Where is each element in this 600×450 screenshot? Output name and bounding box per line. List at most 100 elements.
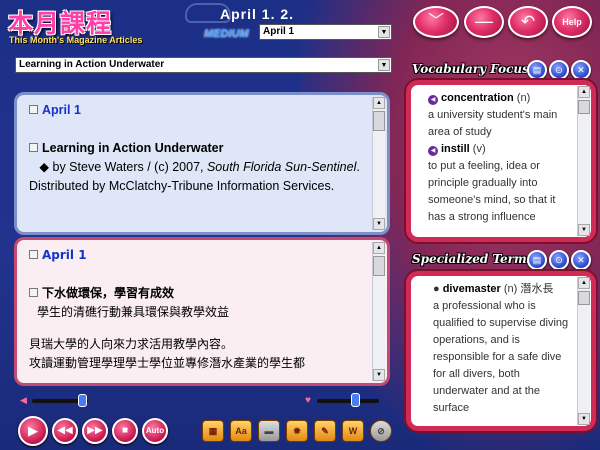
chinese-subtitle: 學生的清礁行動兼具環保與教學效益 <box>37 305 230 319</box>
article-dropdown[interactable]: Learning in Action Underwater ▼ <box>15 57 392 73</box>
scroll-down-icon[interactable]: ▼ <box>373 369 385 381</box>
vocab-definition: a university student's main area of stud… <box>428 109 558 138</box>
chinese-scrollbar[interactable]: ▲ ▼ <box>372 242 385 381</box>
vocab-definition: to put a feeling, idea or principle grad… <box>428 160 556 223</box>
chinese-title-text: 下水做環保，學習有成效 <box>42 286 175 300</box>
english-article-title: Learning in Action Underwater <box>29 139 365 158</box>
vocabulary-focus-title: Vocabulary Focus <box>412 62 529 76</box>
play-button[interactable]: ▶ <box>18 416 48 446</box>
no-sound-icon[interactable]: ⊘ <box>370 420 392 442</box>
vocab-search-icon[interactable]: ⊙ <box>549 60 569 80</box>
vocab-pos: (v) <box>472 143 486 155</box>
word-list-icon[interactable]: W <box>342 420 364 442</box>
stop-icon: ■ <box>121 425 129 436</box>
rewind-button[interactable]: ◀◀ <box>52 418 78 444</box>
checkbox-icon[interactable] <box>29 288 38 297</box>
speed-knob[interactable] <box>351 393 360 407</box>
vocab-item: ◀ concentration (n) a university student'… <box>428 90 574 141</box>
english-byline: ◆ by Steve Waters / (c) 2007, South Flor… <box>29 158 365 196</box>
chinese-date-heading: April 1 <box>29 246 365 265</box>
scroll-thumb[interactable] <box>373 256 385 276</box>
date-dropdown[interactable]: April 1 ▼ <box>259 24 392 40</box>
scroll-down-icon[interactable]: ▼ <box>578 224 590 236</box>
settings-gear-icon[interactable]: ✹ <box>286 420 308 442</box>
speed-track[interactable] <box>317 399 379 403</box>
scroll-thumb[interactable] <box>578 291 590 305</box>
chevron-down-icon: ﹀ <box>427 13 444 30</box>
vocabulary-focus-panel[interactable]: ◀ concentration (n) a university student'… <box>406 80 596 242</box>
speaker-icon[interactable]: ◀ <box>428 95 438 105</box>
terms-book-icon[interactable]: ▤ <box>527 250 547 270</box>
volume-slider[interactable]: ◀ <box>20 394 90 407</box>
english-title-text: Learning in Action Underwater <box>42 141 224 155</box>
chinese-paragraph-1: 貝瑞大學的人向來力求活用教學內容。 <box>29 337 234 351</box>
highlight-icon[interactable]: ✎ <box>314 420 336 442</box>
date-label: April 1. 2. <box>220 6 295 22</box>
stop-button[interactable]: ■ <box>112 418 138 444</box>
chevron-down-icon[interactable]: ▼ <box>378 26 390 38</box>
vocab-term: concentration <box>441 92 514 104</box>
app-window: 本月課程 This Month's Magazine Articles Apri… <box>0 0 600 450</box>
byline-prefix: ◆ by Steve Waters / (c) 2007, <box>39 160 207 174</box>
english-article-text: April 1 Learning in Action Underwater ◆ … <box>29 101 365 196</box>
scroll-up-icon[interactable]: ▲ <box>578 86 590 98</box>
bullet-icon: ● <box>433 283 443 295</box>
specialized-terms-title: Specialized Terms <box>412 252 534 266</box>
scroll-up-icon[interactable]: ▲ <box>373 242 385 254</box>
english-article-panel[interactable]: April 1 Learning in Action Underwater ◆ … <box>14 92 390 235</box>
english-date-heading: April 1 <box>29 101 365 120</box>
fast-forward-icon: ▶▶ <box>87 425 103 436</box>
vocab-expand-icon[interactable]: ✕ <box>571 60 591 80</box>
checkbox-icon[interactable] <box>29 143 38 152</box>
speaker-icon[interactable]: ◀ <box>428 146 438 156</box>
article-dropdown-value: Learning in Action Underwater <box>19 59 165 70</box>
volume-knob[interactable] <box>78 394 87 407</box>
scroll-up-icon[interactable]: ▲ <box>373 97 385 109</box>
rewind-icon: ◀◀ <box>57 425 73 436</box>
minimize-button[interactable]: — <box>464 6 504 38</box>
vocab-term: instill <box>441 143 470 155</box>
byline-source: South Florida Sun-Sentinel <box>206 160 357 174</box>
vocabulary-list: ◀ concentration (n) a university student'… <box>428 90 574 226</box>
chinese-translation-panel[interactable]: April 1 下水做環保，學習有成效 學生的清礁行動兼具環保與教學效益 貝瑞大… <box>14 237 390 386</box>
auto-button[interactable]: Auto <box>142 418 168 444</box>
minimize-icon: — <box>475 11 493 31</box>
disabled-tool-icon[interactable]: ▬ <box>258 420 280 442</box>
term-translation: 潛水長 <box>520 283 554 295</box>
chinese-date-text: April 1 <box>42 248 87 262</box>
back-button[interactable]: ↶ <box>508 6 548 38</box>
menu-button[interactable]: ﹀ <box>413 6 459 38</box>
chevron-down-icon[interactable]: ▼ <box>378 59 390 71</box>
english-scrollbar[interactable]: ▲ ▼ <box>372 97 385 230</box>
scroll-down-icon[interactable]: ▼ <box>373 218 385 230</box>
speed-slider[interactable]: ♥ <box>305 393 390 407</box>
scroll-down-icon[interactable]: ▼ <box>578 413 590 425</box>
chinese-article-text: April 1 下水做環保，學習有成效 學生的清礁行動兼具環保與教學效益 貝瑞大… <box>29 246 365 373</box>
scroll-thumb[interactable] <box>578 100 590 114</box>
help-button[interactable]: Help <box>552 6 592 38</box>
chinese-article-title: 下水做環保，學習有成效 <box>29 284 365 303</box>
terms-scrollbar[interactable]: ▲ ▼ <box>577 277 590 425</box>
scroll-up-icon[interactable]: ▲ <box>578 277 590 289</box>
chinese-paragraph-2: 攻讀運動管理學理學士學位並專修潛水產業的學生都 <box>29 356 306 370</box>
terms-search-icon[interactable]: ⊙ <box>549 250 569 270</box>
specialized-terms-panel[interactable]: ● divemaster (n) 潛水長 a professional who … <box>406 271 596 431</box>
volume-icon: ◀ <box>20 395 27 405</box>
vocab-pos: (n) <box>516 92 531 104</box>
english-date-text: April 1 <box>42 103 81 117</box>
checkbox-icon[interactable] <box>29 105 38 114</box>
checkbox-icon[interactable] <box>29 250 38 259</box>
heart-icon: ♥ <box>305 395 311 406</box>
date-dropdown-value: April 1 <box>263 26 295 37</box>
vocab-book-icon[interactable]: ▤ <box>527 60 547 80</box>
scroll-thumb[interactable] <box>373 111 385 131</box>
vocab-scrollbar[interactable]: ▲ ▼ <box>577 86 590 236</box>
undo-arrow-icon: ↶ <box>520 12 536 31</box>
font-size-icon[interactable]: Aa <box>230 420 252 442</box>
terms-expand-icon[interactable]: ✕ <box>571 250 591 270</box>
level-label: MEDIUM <box>204 28 249 40</box>
fast-forward-button[interactable]: ▶▶ <box>82 418 108 444</box>
terms-list: ● divemaster (n) 潛水長 a professional who … <box>433 281 574 417</box>
print-icon[interactable]: ▦ <box>202 420 224 442</box>
term-item: ● divemaster (n) 潛水長 a professional who … <box>433 281 574 417</box>
